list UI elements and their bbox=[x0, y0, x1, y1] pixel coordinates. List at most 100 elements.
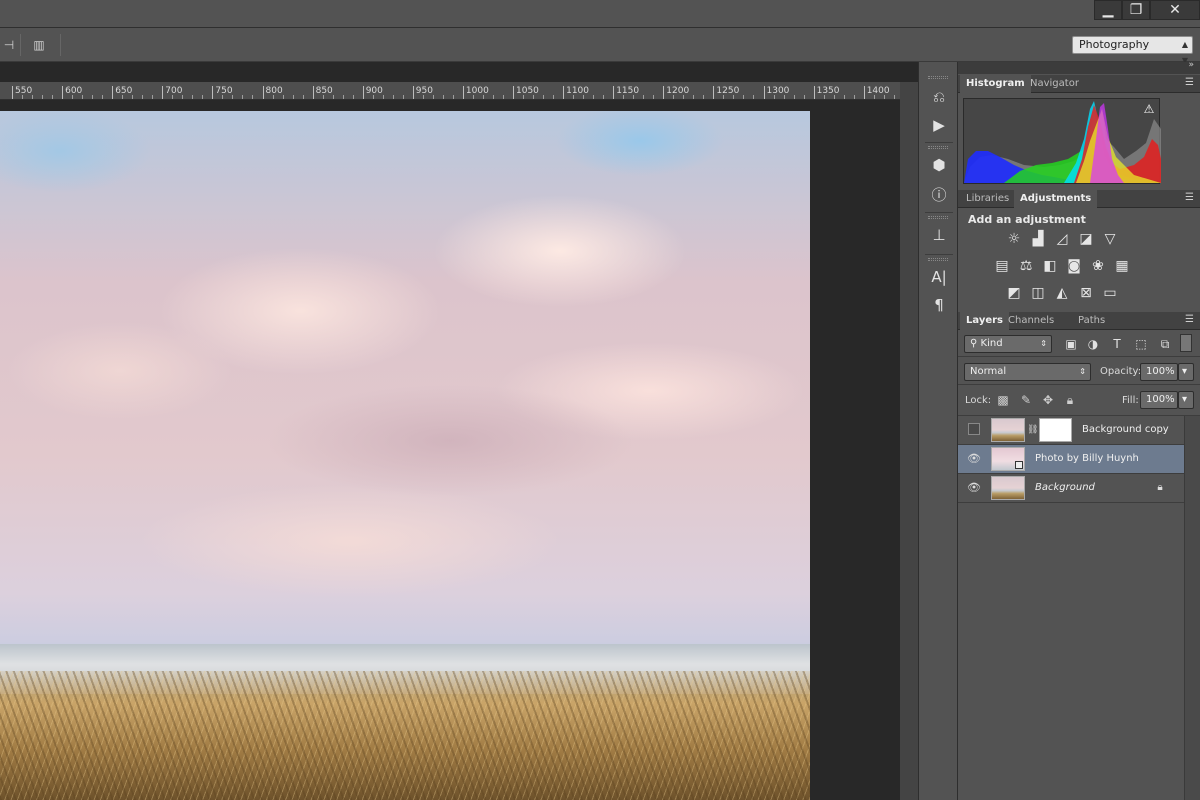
history-icon[interactable]: ⎌ bbox=[927, 86, 951, 108]
lock-position-icon[interactable]: ✥ bbox=[1040, 392, 1056, 408]
character-icon[interactable]: A| bbox=[927, 266, 951, 288]
ruler-minor-tick bbox=[322, 95, 324, 99]
panel-collapse-strip[interactable]: » bbox=[958, 60, 1200, 74]
vibrance-icon[interactable]: ▽ bbox=[1100, 230, 1120, 248]
ruler-minor-tick bbox=[222, 95, 224, 99]
tab-navigator[interactable]: Navigator bbox=[1024, 75, 1085, 93]
tab-paths[interactable]: Paths bbox=[1072, 312, 1111, 330]
adjustments-panel-header: Libraries Adjustments ☰ bbox=[958, 190, 1200, 208]
layer-name[interactable]: Background copy bbox=[1082, 424, 1169, 435]
ruler-tick-label: 1350 bbox=[813, 86, 840, 99]
selective-color-icon[interactable]: ⊠ bbox=[1076, 284, 1096, 302]
layer-name[interactable]: Background bbox=[1035, 482, 1095, 493]
layer-name[interactable]: Photo by Billy Huynh bbox=[1035, 453, 1139, 464]
curves-icon[interactable]: ◿ bbox=[1052, 230, 1072, 248]
hue-saturation-icon[interactable]: ▤ bbox=[992, 257, 1012, 275]
filter-pixel-icon[interactable]: ▣ bbox=[1062, 336, 1080, 352]
invert-icon[interactable]: ◩ bbox=[1004, 284, 1024, 302]
info-icon[interactable]: ⓘ bbox=[927, 184, 951, 206]
tab-libraries[interactable]: Libraries bbox=[960, 190, 1015, 208]
lock-transparent-pixels-icon[interactable]: ▩ bbox=[995, 392, 1011, 408]
right-panels: » Histogram Navigator ☰ ⚠ Libraries Adju… bbox=[958, 60, 1200, 800]
clone-source-icon[interactable]: ⊥ bbox=[927, 224, 951, 246]
fill-dropdown-button[interactable]: ▾ bbox=[1178, 391, 1194, 409]
3d-icon[interactable]: ⬢ bbox=[927, 154, 951, 176]
opacity-dropdown-button[interactable]: ▾ bbox=[1178, 363, 1194, 381]
exposure-icon[interactable]: ◪ bbox=[1076, 230, 1096, 248]
panel-menu-icon[interactable]: ☰ bbox=[1185, 192, 1194, 203]
filter-smart-object-icon[interactable]: ⧉ bbox=[1156, 336, 1174, 352]
brightness-contrast-icon[interactable]: ☼ bbox=[1004, 230, 1024, 248]
lock-image-pixels-icon[interactable]: ✎ bbox=[1018, 392, 1034, 408]
tab-histogram[interactable]: Histogram bbox=[960, 75, 1031, 93]
tab-adjustments[interactable]: Adjustments bbox=[1014, 190, 1098, 208]
mask-link-icon[interactable]: ⛓ bbox=[1027, 424, 1038, 436]
threshold-icon[interactable]: ◭ bbox=[1052, 284, 1072, 302]
black-white-icon[interactable]: ◧ bbox=[1040, 257, 1060, 275]
close-button[interactable]: ✕ bbox=[1150, 0, 1200, 20]
dock-grip[interactable] bbox=[928, 216, 948, 219]
paragraph-icon[interactable]: ¶ bbox=[927, 294, 951, 316]
ruler-tick-label: 1200 bbox=[663, 86, 689, 99]
horizontal-ruler[interactable]: 550 600 650 700 750 800 850 900 950 1000 1050 1100 1… bbox=[0, 82, 900, 100]
filter-shape-icon[interactable]: ⬚ bbox=[1132, 336, 1150, 352]
collapse-panels-icon[interactable]: » bbox=[1188, 60, 1194, 70]
gradient-map-icon[interactable]: ▭ bbox=[1100, 284, 1120, 302]
layer-row-photo-by-billy-huynh[interactable]: 👁︎ Photo by Billy Huynh bbox=[958, 445, 1184, 474]
filter-adjustment-icon[interactable]: ◑ bbox=[1084, 336, 1102, 352]
restore-button[interactable]: ❐ bbox=[1122, 0, 1150, 20]
ruler-minor-tick bbox=[553, 95, 555, 99]
photo-filter-icon[interactable]: ◙ bbox=[1064, 257, 1084, 275]
align-left-edges-icon[interactable]: ⊣ bbox=[0, 37, 18, 53]
ruler-minor-tick bbox=[482, 95, 484, 99]
ruler-tick-label: 1400 bbox=[863, 86, 890, 99]
eye-icon[interactable]: 👁︎ bbox=[966, 481, 982, 495]
document-canvas[interactable] bbox=[0, 111, 810, 800]
visibility-toggle-off[interactable] bbox=[968, 423, 980, 435]
layers-scrollbar[interactable] bbox=[1184, 416, 1200, 800]
posterize-icon[interactable]: ◫ bbox=[1028, 284, 1048, 302]
layer-filter-kind[interactable]: ⚲ Kind ⇕ bbox=[964, 335, 1052, 353]
ruler-minor-tick bbox=[452, 95, 454, 99]
lock-all-icon[interactable]: 🔒︎ bbox=[1062, 392, 1078, 408]
ruler-minor-tick bbox=[653, 95, 655, 99]
ruler-minor-tick bbox=[853, 95, 855, 99]
workspace-switcher[interactable]: Photography ▲ ▼ bbox=[1072, 36, 1193, 65]
ruler-minor-tick bbox=[202, 95, 204, 99]
ruler-minor-tick bbox=[633, 95, 635, 99]
distribute-horizontal-icon[interactable]: ▥ bbox=[30, 37, 48, 53]
cache-warning-icon[interactable]: ⚠ bbox=[1142, 102, 1156, 116]
histogram-panel-header: Histogram Navigator ☰ bbox=[958, 75, 1200, 93]
eye-icon[interactable]: 👁︎ bbox=[966, 452, 982, 466]
dock-separator bbox=[925, 212, 953, 213]
color-lookup-icon[interactable]: ▦ bbox=[1112, 257, 1132, 275]
dock-grip[interactable] bbox=[928, 76, 948, 79]
panel-menu-icon[interactable]: ☰ bbox=[1185, 77, 1194, 88]
panel-menu-icon[interactable]: ☰ bbox=[1185, 314, 1194, 325]
layer-lock-icon: 🔒︎ bbox=[1157, 482, 1163, 493]
ruler-minor-tick bbox=[422, 95, 424, 99]
tab-channels[interactable]: Channels bbox=[1002, 312, 1060, 330]
ruler-minor-tick bbox=[643, 95, 645, 99]
layer-row-background[interactable]: 👁︎ Background 🔒︎ bbox=[958, 474, 1184, 503]
dock-separator bbox=[925, 142, 953, 143]
layer-mask-thumbnail[interactable] bbox=[1039, 418, 1072, 442]
filter-toggle-switch[interactable] bbox=[1180, 334, 1192, 352]
options-bar: ⊣ ▥ Photography ▲ ▼ bbox=[0, 28, 1200, 65]
fill-input[interactable]: 100% bbox=[1140, 391, 1178, 409]
actions-play-icon[interactable]: ▶ bbox=[927, 114, 951, 136]
minimize-button[interactable]: ▁ bbox=[1094, 0, 1122, 20]
channel-mixer-icon[interactable]: ❀ bbox=[1088, 257, 1108, 275]
dock-grip[interactable] bbox=[928, 258, 948, 261]
workspace-label: Photography bbox=[1079, 38, 1150, 51]
filter-type-icon[interactable]: T bbox=[1108, 336, 1126, 352]
ruler-minor-tick bbox=[22, 95, 24, 99]
opacity-input[interactable]: 100% bbox=[1140, 363, 1178, 381]
ruler-minor-tick bbox=[252, 95, 254, 99]
color-balance-icon[interactable]: ⚖ bbox=[1016, 257, 1036, 275]
ruler-minor-tick bbox=[523, 95, 525, 99]
levels-icon[interactable]: ▟ bbox=[1028, 230, 1048, 248]
blend-mode-select[interactable]: Normal ⇕ bbox=[964, 363, 1091, 381]
layer-row-background-copy[interactable]: ⛓ Background copy bbox=[958, 416, 1184, 445]
dock-grip[interactable] bbox=[928, 146, 948, 149]
